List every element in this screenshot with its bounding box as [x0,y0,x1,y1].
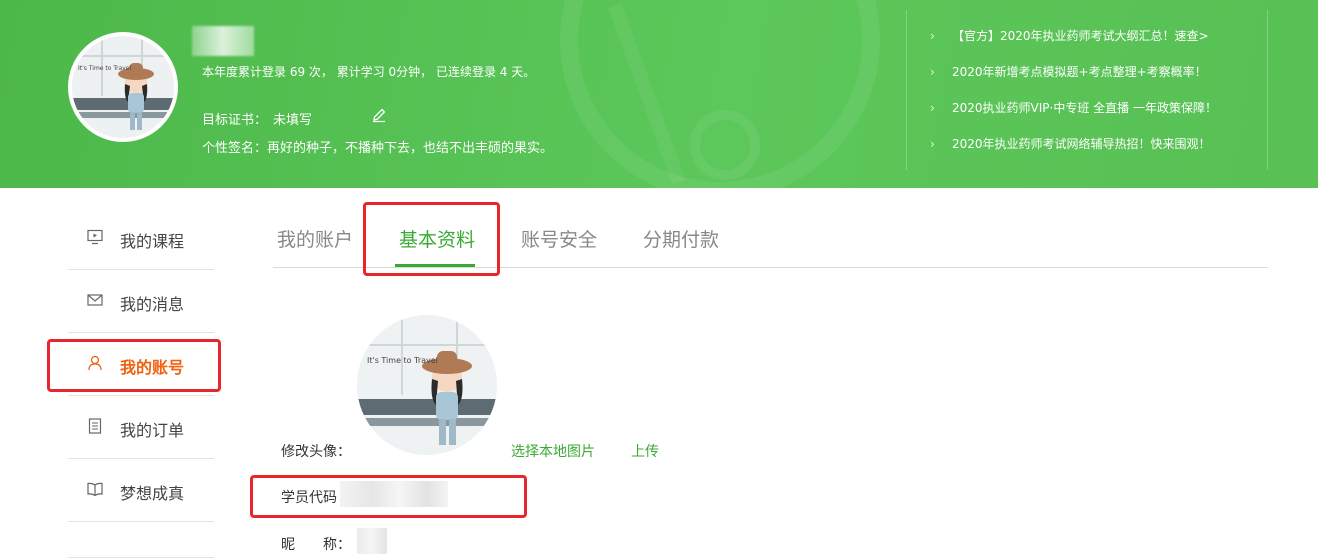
sidebar-item-label: 我的消息 [120,295,185,314]
nickname-label: 昵 称： [281,537,351,553]
highlight-box-account [47,339,221,392]
pencil-edit-icon[interactable] [371,107,387,123]
chevron-right-icon: › [930,101,935,115]
chevron-right-icon: › [930,137,935,151]
avatar-sign-text: It's Time to Travel [78,65,131,72]
sidebar-item-messages[interactable]: 我的消息 [68,270,214,333]
signature-label: 个性签名： [202,141,268,156]
avatar-label: 修改头像： [281,444,351,460]
highlight-box-basic-info [363,202,500,276]
goal-certificate: 目标证书： 未填写 [202,109,312,128]
goal-label: 目标证书： [202,113,268,128]
profile-banner: It's Time to Travel 本年度累计登录 69 次， 累计学习 0… [0,0,1318,188]
divider [1267,10,1268,170]
sidebar-item-more[interactable] [68,522,214,558]
login-stats: 本年度累计登录 69 次， 累计学习 0分钟， 已连续登录 4 天。 [202,65,536,79]
monitor-icon [87,229,103,245]
signature: 个性签名：再好的种子，不播种下去，也结不出丰硕的果实。 [202,137,553,156]
news-list: › 【官方】2020年执业药师考试大纲汇总！速查> › 2020年新增考点模拟题+考… [930,27,1260,171]
sidebar-item-label: 梦想成真 [120,484,185,503]
news-item[interactable]: › 2020年执业药师考试网络辅导热招！快来围观！ [930,135,1260,171]
sidebar-item-courses[interactable]: 我的课程 [68,207,214,270]
news-item[interactable]: › 2020执业药师VIP·中专班 全直播 一年政策保障！ [930,99,1260,135]
signature-value: 再好的种子，不播种下去，也结不出丰硕的果实。 [267,141,554,156]
user-avatar[interactable]: It's Time to Travel [68,32,178,142]
choose-local-image-link[interactable]: 选择本地图片 [511,441,595,461]
tab-account-security[interactable]: 账号安全 [521,225,597,252]
username-blurred [192,26,254,56]
divider [906,10,907,170]
sidebar-item-label: 我的课程 [120,232,185,251]
tab-installments[interactable]: 分期付款 [643,225,719,252]
sidebar-item-orders[interactable]: 我的订单 [68,396,214,459]
document-icon [87,418,103,434]
upload-link[interactable]: 上传 [631,441,659,461]
highlight-box-student-code [250,475,527,518]
book-icon [87,481,103,497]
goal-value: 未填写 [273,113,313,128]
envelope-icon [87,292,103,308]
chevron-right-icon: › [930,29,935,43]
nickname-blurred [357,528,387,554]
sidebar-item-dreams[interactable]: 梦想成真 [68,459,214,522]
sidebar-item-label: 我的订单 [120,421,185,440]
news-item[interactable]: › 【官方】2020年执业药师考试大纲汇总！速查> [930,27,1260,63]
news-item[interactable]: › 2020年新增考点模拟题+考点整理+考察概率！ [930,63,1260,99]
tab-my-account[interactable]: 我的账户 [277,225,353,252]
banner-decoration [690,110,760,180]
avatar-preview: It's Time to Travel [357,315,497,455]
chevron-right-icon: › [930,65,935,79]
avatar-sign-text: It's Time to Travel [367,356,438,365]
